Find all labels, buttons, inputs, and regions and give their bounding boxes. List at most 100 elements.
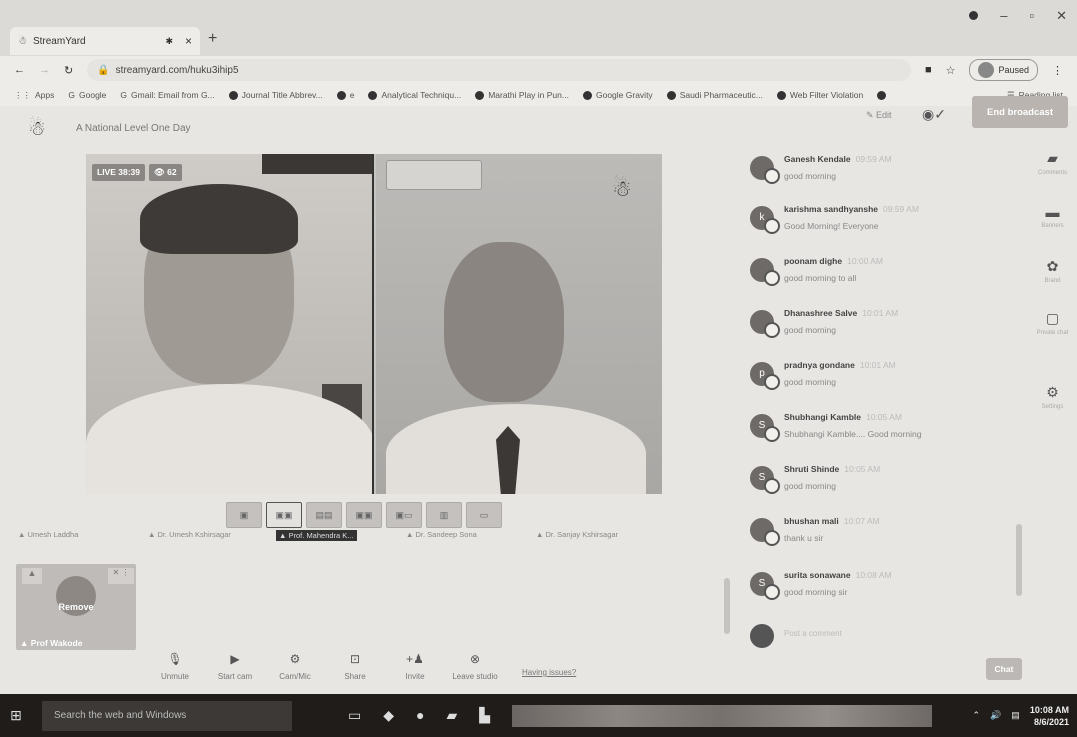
having-issues-link[interactable]: Having issues? <box>522 668 576 694</box>
sidebar-item-settings[interactable]: ⚙ Settings <box>1028 384 1077 410</box>
volume-icon[interactable]: 🔊 <box>990 710 1001 721</box>
chat-message: bhushan mali 10:07 AM thank u sir <box>750 516 1010 556</box>
browser-titlebar: ☃ StreamYard ✱ × + – ▫ ✕ <box>0 0 1077 60</box>
minimize-icon[interactable]: – <box>1000 8 1007 24</box>
add-to-stage-icon[interactable]: ▲ <box>22 568 42 584</box>
bookmark-item[interactable]: Google Gravity <box>582 90 653 100</box>
close-circle-icon: ⊗ <box>469 652 481 666</box>
comment-input[interactable]: Post a comment <box>750 624 1010 648</box>
commenter-avatar: S <box>750 414 780 442</box>
invite-button[interactable]: +♟ Invite <box>390 652 440 694</box>
bookmark-item[interactable]: Saudi Pharmaceutic... <box>666 90 763 100</box>
participant-name-tag[interactable]: ▲ Dr. Umesh Kshirsagar <box>148 530 231 539</box>
notification-icon[interactable]: ▤ <box>1011 710 1020 721</box>
layout-pip-button[interactable]: ▣▭ <box>386 502 422 528</box>
remove-from-stage-label[interactable]: Remove <box>16 602 136 612</box>
participant-name-tag[interactable]: ▲ Dr. Sandeep Sona <box>406 530 477 539</box>
forward-icon[interactable]: → <box>39 64 50 76</box>
start-cam-button[interactable]: ▶ Start cam <box>210 652 260 694</box>
participant-hair <box>140 184 298 254</box>
chat-send-button[interactable]: Chat <box>986 658 1022 680</box>
menu-dots-icon[interactable]: ⋮ <box>1052 64 1063 77</box>
end-broadcast-button[interactable]: End broadcast <box>972 96 1068 128</box>
streamyard-favicon-icon: ☃ <box>18 35 27 47</box>
commenter-avatar: S <box>750 466 780 494</box>
leave-studio-button[interactable]: ⊗ Leave studio <box>450 652 500 694</box>
browser-tab[interactable]: ☃ StreamYard ✱ × <box>10 27 200 55</box>
bookmark-item[interactable]: Marathi Play in Pun... <box>475 90 569 100</box>
taskbar-search[interactable]: Search the web and Windows <box>42 700 292 731</box>
cam-mic-settings-button[interactable]: ⚙ Cam/Mic <box>270 652 320 694</box>
bookmark-item[interactable]: G Google <box>68 90 106 100</box>
eye-icon: 👁 <box>154 167 168 177</box>
bookmark-item[interactable]: G Gmail: Email from G... <box>120 90 214 100</box>
comment-text: good morning <box>784 325 836 335</box>
person-icon: ▲ <box>536 530 546 539</box>
app-icon[interactable]: ▙ <box>479 707 490 724</box>
edit-button[interactable]: ✎ Edit <box>866 110 892 121</box>
store-icon[interactable]: ▰ <box>446 707 457 724</box>
layout-screen-button[interactable]: ▭ <box>466 502 502 528</box>
task-view-icon[interactable]: ▭ <box>348 707 361 724</box>
sidebar-item-comments[interactable]: ▰ Comments <box>1028 150 1077 176</box>
bookmark-item[interactable]: Web Filter Violation <box>776 90 863 100</box>
studio: ☃ A National Level One Day ✎ Edit ◉✓ End… <box>0 96 1077 694</box>
globe-icon <box>475 90 485 100</box>
stage-scrollbar[interactable] <box>724 578 730 634</box>
comment-author: Shruti Shinde 10:05 AM <box>784 464 881 474</box>
streamyard-logo-icon: ☃ <box>28 118 46 140</box>
google-icon: G <box>120 90 128 100</box>
comment-text: good morning sir <box>784 587 848 597</box>
windows-taskbar: ⊞ Search the web and Windows ▭ ◆ ● ▰ ▙ ⌃… <box>0 694 1077 737</box>
participant-name-tag[interactable]: ▲ Dr. Sanjay Kshirsagar <box>536 530 618 539</box>
bookmark-item[interactable]: ⋮⋮ Apps <box>14 90 54 101</box>
sidebar-item-banners[interactable]: ▬ Banners <box>1028 204 1077 229</box>
bookmark-item[interactable] <box>877 90 887 100</box>
bookmark-item[interactable]: e <box>336 90 354 100</box>
sidebar-item-brand[interactable]: ✿ Brand <box>1028 258 1077 284</box>
participant-video-1 <box>86 154 374 494</box>
share-button[interactable]: ⊡ Share <box>330 652 380 694</box>
close-window-icon[interactable]: ✕ <box>1056 8 1067 24</box>
bookmark-item[interactable]: Analytical Techniqu... <box>368 90 461 100</box>
layout-solo-button[interactable]: ▣ <box>226 502 262 528</box>
participant-name-tag[interactable]: ▲ Umesh Laddha <box>18 530 78 539</box>
extension-icon[interactable]: ■ <box>925 64 932 76</box>
new-tab-button[interactable]: + <box>208 30 217 48</box>
live-timer-badge: LIVE 38:39 <box>92 164 145 181</box>
back-icon[interactable]: ← <box>14 64 25 76</box>
layout-group-button[interactable]: ▣▣ <box>346 502 382 528</box>
reload-icon[interactable]: ↻ <box>64 64 73 77</box>
system-clock[interactable]: 10:08 AM 8/6/2021 <box>1030 704 1069 728</box>
bookmark-item[interactable]: Journal Title Abbrev... <box>228 90 323 100</box>
layout-grid-button[interactable]: ▤▤ <box>306 502 342 528</box>
chat-message: S Shubhangi Kamble 10:05 AM Shubhangi Kam… <box>750 412 1010 452</box>
profile-button[interactable]: Paused <box>969 59 1038 81</box>
layout-split-button[interactable]: ▣▣ <box>266 502 302 528</box>
url-text: streamyard.com/huku3ihip5 <box>115 64 239 76</box>
maximize-icon[interactable]: ▫ <box>1029 8 1034 24</box>
share-screen-icon: ⊡ <box>349 652 361 666</box>
windows-start-icon[interactable]: ⊞ <box>0 694 32 737</box>
chrome-icon[interactable]: ● <box>416 707 424 724</box>
chat-scrollbar[interactable] <box>1016 524 1022 596</box>
gear-icon: ⚙ <box>1046 384 1059 400</box>
edge-icon[interactable]: ◆ <box>383 707 394 724</box>
star-icon[interactable]: ☆ <box>946 64 956 77</box>
unmute-button[interactable]: 🎙 Unmute <box>150 652 200 694</box>
profile-status: Paused <box>998 65 1029 75</box>
studio-header: ☃ A National Level One Day <box>0 106 1077 150</box>
pencil-icon: ✎ <box>866 110 877 120</box>
stage-participants: ▲ Umesh Laddha ▲ Dr. Umesh Kshirsagar ▲ … <box>18 530 658 544</box>
backstage-participant[interactable]: ▲ ✕ ⋮ Remove ▲ Prof Wakode <box>16 564 136 650</box>
layout-side-button[interactable]: ▥ <box>426 502 462 528</box>
tray-chevron-icon[interactable]: ⌃ <box>973 710 981 721</box>
window-controls: – ▫ ✕ <box>969 8 1067 24</box>
globe-icon <box>666 90 676 100</box>
commenter-avatar: k <box>750 206 780 234</box>
mic-muted-icon[interactable]: ✕ ⋮ <box>108 568 134 584</box>
tab-close-icon[interactable]: × <box>185 34 192 48</box>
sidebar-item-private-chat[interactable]: ▢ Private chat <box>1028 310 1077 336</box>
address-bar[interactable]: 🔒 streamyard.com/huku3ihip5 <box>87 59 911 81</box>
participant-name-tag[interactable]: ▲ Prof. Mahendra K... <box>276 530 357 541</box>
